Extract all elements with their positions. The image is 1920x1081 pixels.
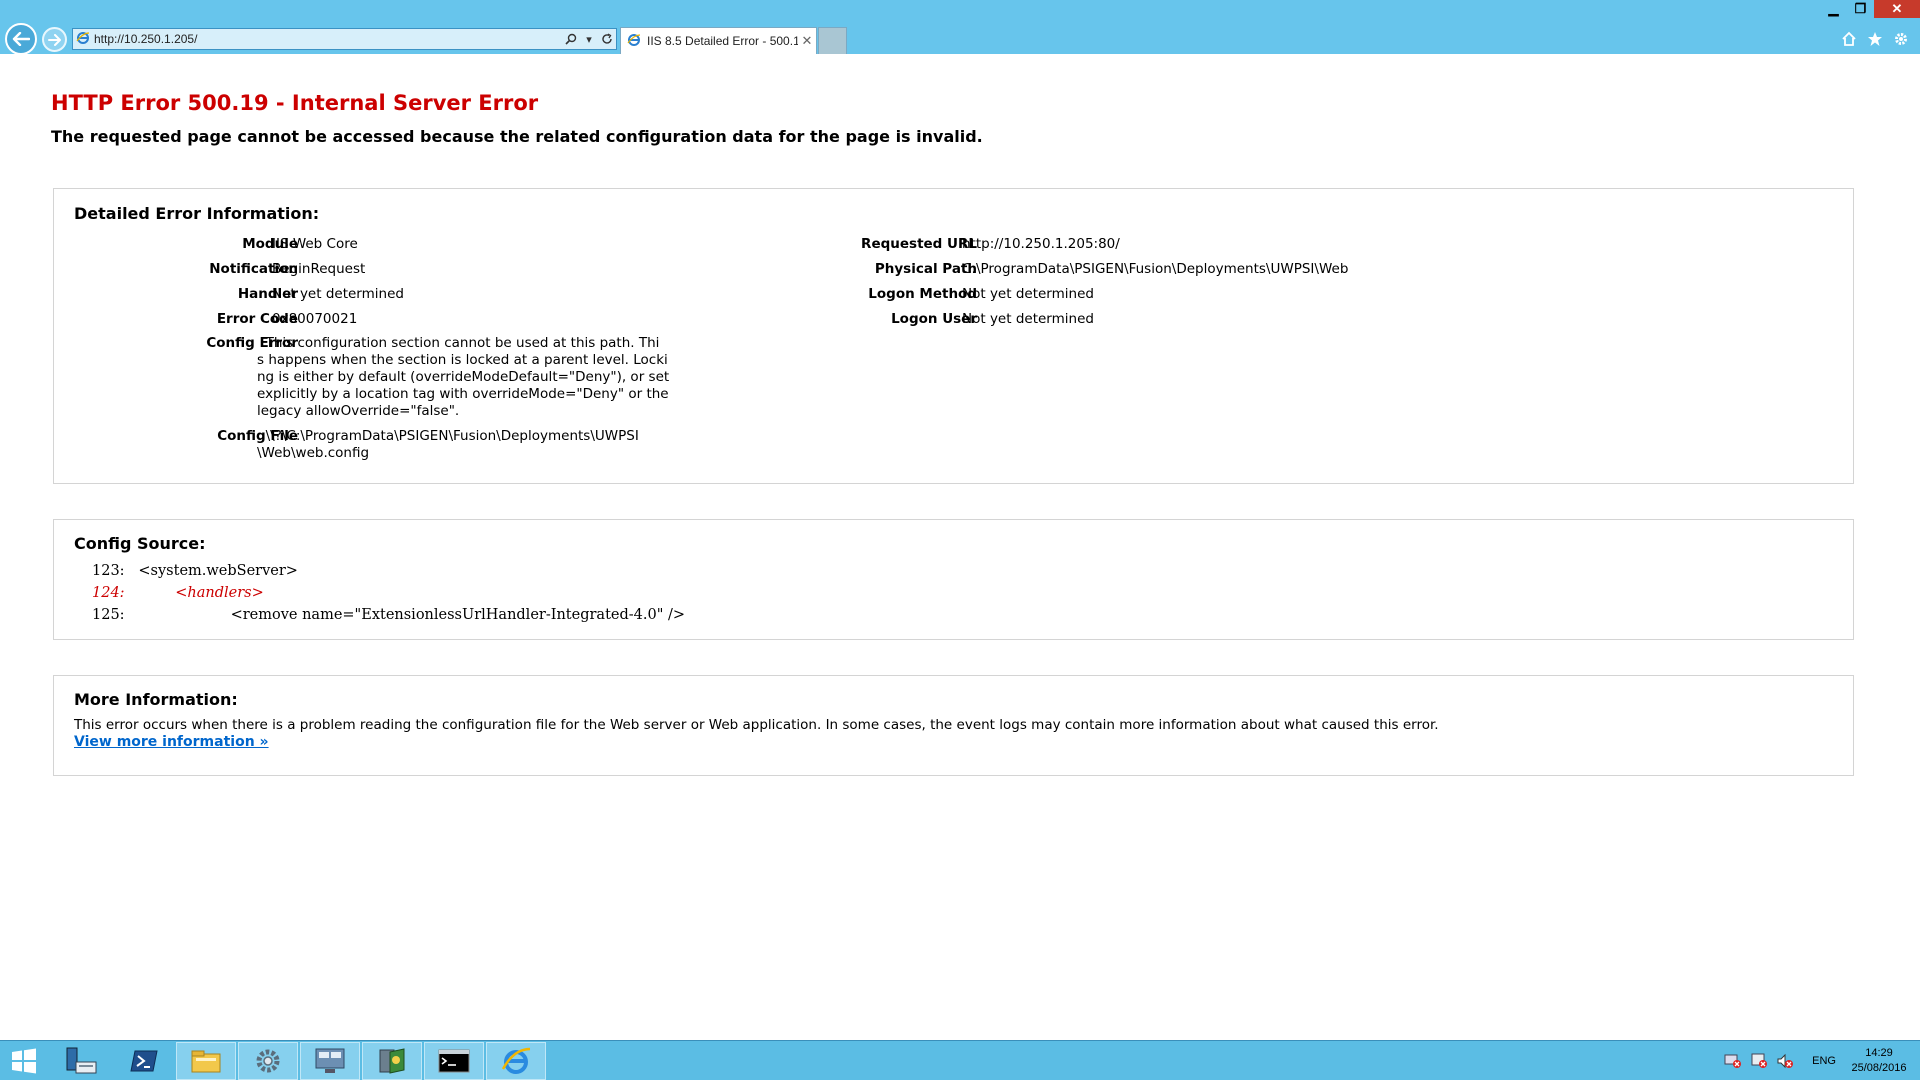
close-window-button[interactable]: ✕ [1874,0,1920,18]
source-line-number: 124: [92,585,125,601]
dropdown-chevron-icon[interactable]: ▾ [580,33,598,46]
tab-title: IIS 8.5 Detailed Error - 500.1... [647,34,798,48]
source-line: 125: <remove name="ExtensionlessUrlHandl… [92,606,685,624]
action-center-icon[interactable] [1748,1051,1770,1071]
control-panel-icon [256,1049,280,1073]
detail-value-config-error: This configuration section cannot be use… [257,335,670,419]
new-tab-button[interactable] [818,27,847,54]
tab-close-icon[interactable]: ✕ [798,33,816,49]
url-text[interactable]: http://10.250.1.205/ [94,32,562,46]
taskbar-powershell[interactable] [114,1042,174,1080]
window-controls: ▁ ❐ ✕ [1820,0,1920,18]
start-button[interactable] [0,1042,48,1080]
iis-manager-icon [379,1048,405,1074]
source-line: 123: <system.webServer> [92,562,298,580]
view-more-information-link[interactable]: View more information » [74,734,269,750]
taskbar-file-explorer[interactable] [176,1042,236,1080]
clock-time: 14:29 [1865,1047,1893,1059]
detail-value-config-file: \\?\C:\ProgramData\PSIGEN\Fusion\Deploym… [257,428,639,461]
more-information-panel: More Information: This error occurs when… [53,675,1854,776]
powershell-icon [130,1050,158,1072]
taskbar-server-manager[interactable] [51,1042,111,1080]
file-explorer-icon [191,1050,221,1073]
detail-value-error-code: 0x80070021 [272,311,358,327]
detail-value-handler: Not yet determined [272,286,404,302]
settings-gear-icon[interactable] [1892,30,1910,48]
system-tray: ENG 14:29 25/08/2016 [1720,1041,1920,1081]
detailed-error-heading: Detailed Error Information: [74,204,320,223]
taskbar-control-panel[interactable] [238,1042,298,1080]
taskbar-internet-explorer[interactable] [486,1042,546,1080]
input-language-indicator[interactable]: ENG [1812,1055,1836,1067]
config-source-heading: Config Source: [74,534,206,553]
taskbar-iis-manager[interactable] [362,1042,422,1080]
forward-arrow-icon [47,33,61,46]
detail-value-logon-user: Not yet determined [962,311,1094,327]
search-icon[interactable] [562,33,580,45]
home-icon[interactable] [1840,30,1858,48]
source-line-code: <handlers> [124,585,264,601]
page-content: HTTP Error 500.19 - Internal Server Erro… [0,54,1920,1040]
back-arrow-icon [12,32,30,46]
windows-start-icon [12,1048,36,1074]
config-source-panel: Config Source: 123: <system.webServer> 1… [53,519,1854,640]
source-line-code: <system.webServer> [124,563,298,579]
volume-muted-icon[interactable] [1774,1051,1796,1071]
internet-explorer-icon [501,1047,531,1074]
error-title: HTTP Error 500.19 - Internal Server Erro… [51,91,539,115]
detail-value-physical-path: C:\ProgramData\PSIGEN\Fusion\Deployments… [962,261,1349,277]
detail-value-module: IIS Web Core [272,236,358,252]
ie-logo-icon [627,33,641,50]
minimize-button[interactable]: ▁ [1820,0,1847,18]
source-line-number: 123: [92,563,125,579]
detail-value-requested-url: http://10.250.1.205:80/ [962,236,1120,252]
ie-logo-icon [76,30,90,49]
source-line-error: 124: <handlers> [92,584,264,602]
detail-value-notification: BeginRequest [272,261,366,277]
command-prompt-icon [438,1049,470,1073]
detailed-error-panel: Detailed Error Information: Module IIS W… [53,188,1854,484]
back-button[interactable] [5,23,37,55]
network-error-icon[interactable] [1722,1051,1744,1071]
error-subtitle: The requested page cannot be accessed be… [51,127,983,146]
restore-button[interactable]: ❐ [1847,0,1874,18]
server-manager-icon [66,1047,97,1074]
source-line-number: 125: [92,607,125,623]
more-information-text: This error occurs when there is a proble… [74,717,1439,733]
favorites-star-icon[interactable] [1866,30,1884,48]
detail-key-requested-url: Requested URL [861,236,977,252]
taskbar-command-prompt[interactable] [424,1042,484,1080]
address-bar[interactable]: http://10.250.1.205/ ▾ [72,28,617,50]
clock-date: 25/08/2016 [1851,1062,1907,1074]
system-clock[interactable]: 14:29 25/08/2016 [1850,1046,1908,1076]
taskbar-computer-management[interactable] [300,1042,360,1080]
computer-management-icon [315,1048,345,1073]
refresh-icon[interactable] [598,33,616,45]
source-line-code: <remove name="ExtensionlessUrlHandler-In… [124,607,686,623]
taskbar: ENG 14:29 25/08/2016 [0,1040,1920,1080]
more-information-heading: More Information: [74,690,238,709]
browser-tab-active[interactable]: IIS 8.5 Detailed Error - 500.1... ✕ [620,27,817,54]
forward-button[interactable] [42,27,67,52]
browser-toolbar [1840,30,1910,48]
detail-key-logon-method: Logon Method [868,286,977,302]
browser-chrome: http://10.250.1.205/ ▾ IIS 8.5 Detailed … [0,0,1920,55]
detail-value-logon-method: Not yet determined [962,286,1094,302]
